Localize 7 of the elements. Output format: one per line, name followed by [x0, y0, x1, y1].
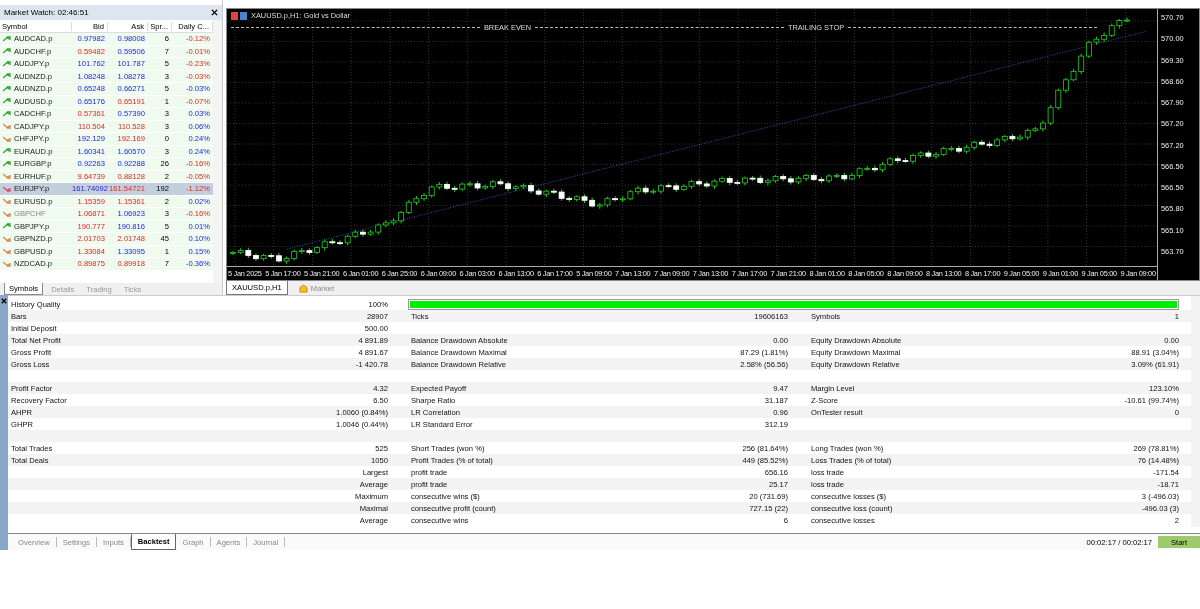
chart-icon [231, 11, 247, 20]
scrollbar[interactable] [1191, 296, 1200, 527]
close-icon[interactable] [1, 298, 7, 304]
scrollbar[interactable] [213, 20, 222, 283]
house-icon [298, 283, 308, 293]
close-icon[interactable] [211, 9, 218, 16]
panel-title: Market Watch: 02:46:51 [4, 8, 89, 17]
